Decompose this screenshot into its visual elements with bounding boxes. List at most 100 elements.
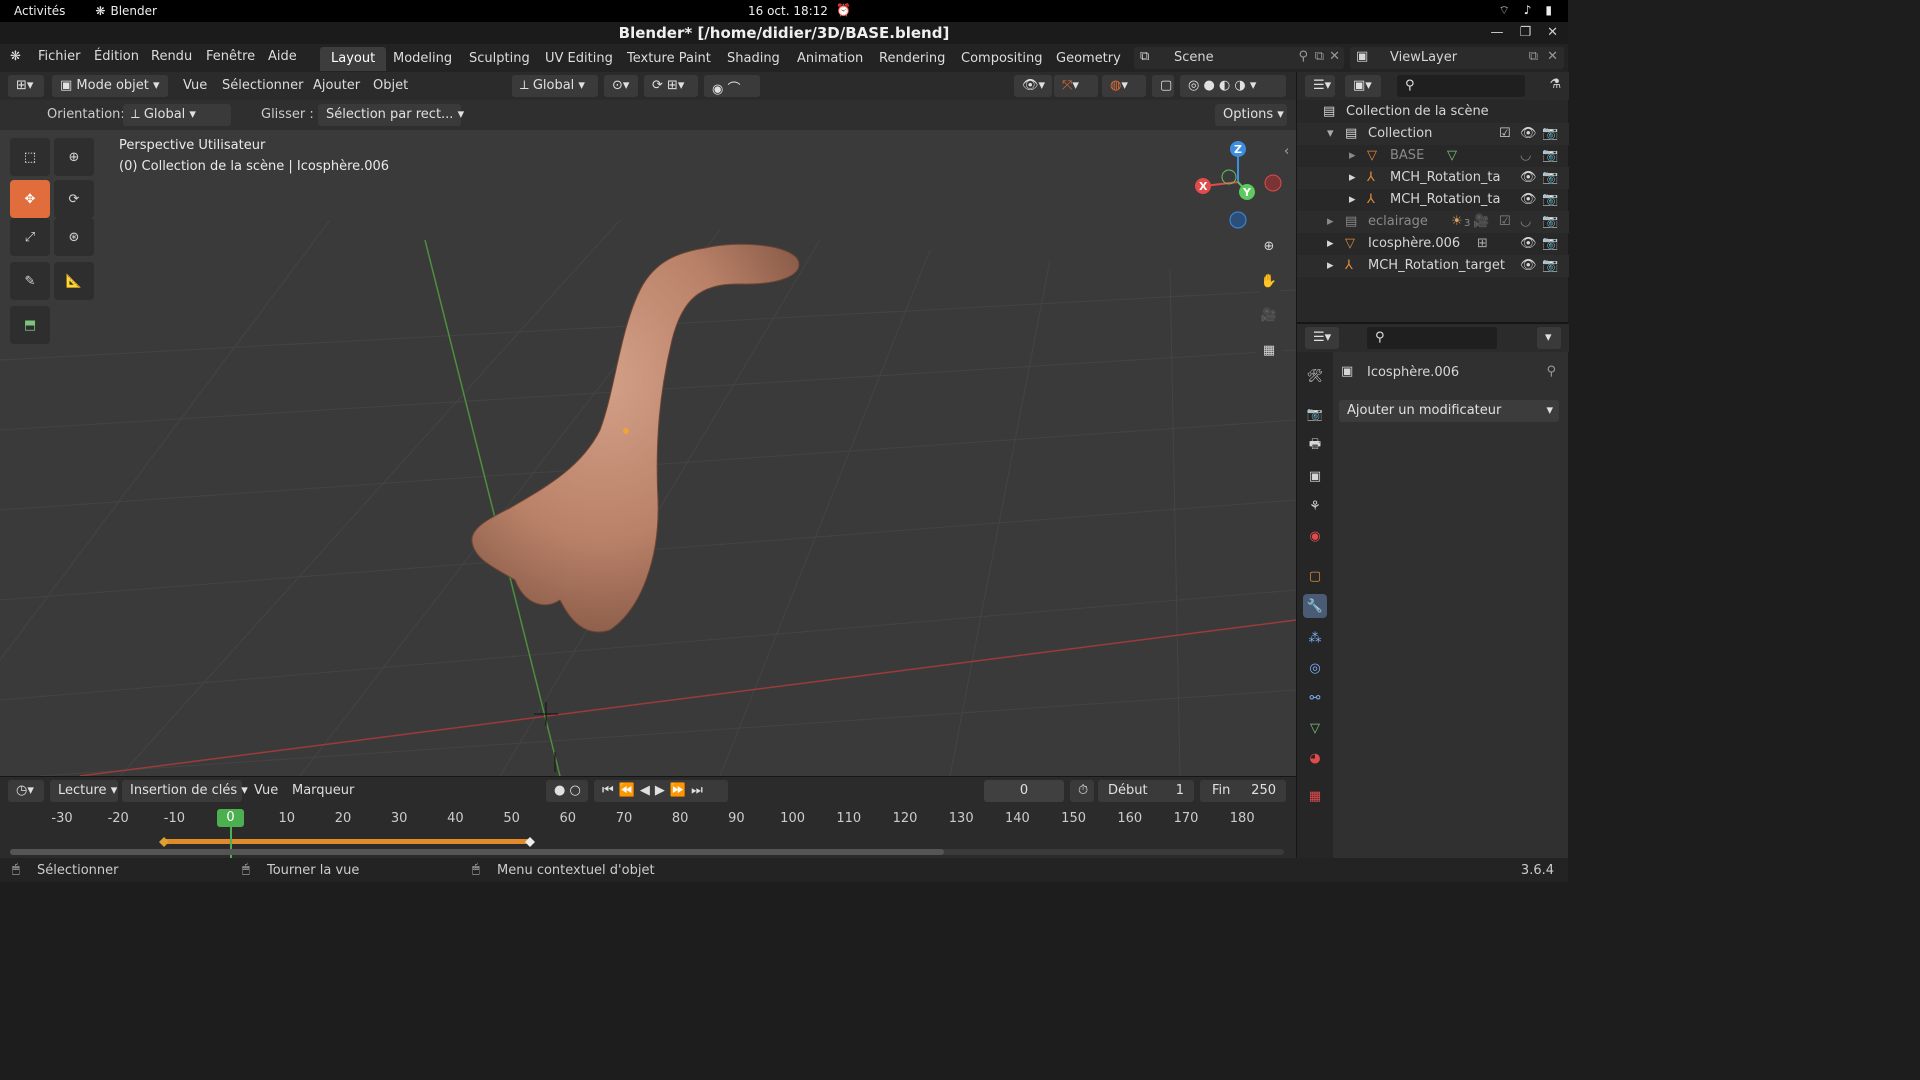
close-icon[interactable]: ✕ <box>1547 25 1558 40</box>
tab-tool[interactable]: 🛠 <box>1303 364 1327 388</box>
blender-menu-icon[interactable]: ❋ <box>10 49 21 64</box>
render-camera-icon[interactable]: 📷 <box>1542 258 1558 273</box>
scene-selector[interactable]: ⧉ Scene ⚲ ⧉ ✕ <box>1134 47 1344 69</box>
pin-icon[interactable]: ⚲ <box>1546 364 1556 379</box>
camera-view-button[interactable]: 🎥 <box>1255 301 1283 329</box>
tab-view-layer[interactable]: ▣ <box>1303 464 1327 488</box>
tab-material[interactable]: ◕ <box>1303 746 1327 770</box>
annotate-tool[interactable]: ✎ <box>10 262 50 300</box>
tab-render[interactable]: 📷 <box>1303 402 1327 426</box>
tab-world[interactable]: ◉ <box>1303 524 1327 548</box>
tab-geometry-nodes[interactable]: Geometry N <box>1045 47 1125 71</box>
menu-select[interactable]: Sélectionner <box>222 78 304 93</box>
activities-button[interactable]: Activités <box>14 4 65 18</box>
ortho-toggle-button[interactable]: ▦ <box>1255 336 1283 364</box>
volume-icon[interactable]: ♪ <box>1524 3 1532 18</box>
expand-icon[interactable]: ▸ <box>1327 258 1334 273</box>
menu-window[interactable]: Fenêtre <box>206 49 255 64</box>
menu-edit[interactable]: Édition <box>94 49 139 64</box>
tab-modifiers[interactable]: 🔧 <box>1303 594 1327 618</box>
new-scene-icon[interactable]: ⧉ <box>1315 49 1324 64</box>
navigation-gizmo[interactable]: Z X Y <box>1192 138 1282 238</box>
visibility-dropdown[interactable]: 👁▾ <box>1014 75 1052 97</box>
tab-physics[interactable]: ◎ <box>1303 656 1327 680</box>
battery-icon[interactable]: ▮ <box>1545 3 1552 18</box>
tab-uv-editing[interactable]: UV Editing <box>534 47 624 71</box>
sidebar-toggle-icon[interactable]: ‹ <box>1284 144 1289 159</box>
snap-toggle[interactable]: ⟳ ⊞▾ <box>644 75 698 97</box>
wifi-icon[interactable]: ⌔ <box>1498 3 1509 18</box>
eye-icon[interactable]: 👁 <box>1520 126 1537 141</box>
delete-view-layer-icon[interactable]: ✕ <box>1547 49 1558 64</box>
eye-closed-icon[interactable]: ◡ <box>1520 214 1531 229</box>
timeline-track[interactable] <box>0 777 1296 859</box>
render-camera-icon[interactable]: 📷 <box>1542 192 1558 207</box>
rotate-tool[interactable]: ⟳ <box>54 180 94 218</box>
transform-tool[interactable]: ⊛ <box>54 218 94 256</box>
outliner-display-mode[interactable]: ▣▾ <box>1345 75 1381 97</box>
add-modifier-dropdown[interactable]: Ajouter un modificateur ▾ <box>1339 400 1559 422</box>
expand-icon[interactable]: ▸ <box>1327 214 1334 229</box>
tab-texture-paint[interactable]: Texture Paint <box>616 47 722 71</box>
outliner-row-icosphere[interactable]: ▸ ▽ Icosphère.006 ⊞ 👁 📷 <box>1297 233 1569 255</box>
properties-search-input[interactable]: ⚲ <box>1367 327 1497 349</box>
minimize-icon[interactable]: — <box>1490 25 1503 40</box>
expand-icon[interactable]: ▸ <box>1327 236 1334 251</box>
maximize-icon[interactable]: ❐ <box>1519 25 1531 40</box>
render-camera-icon[interactable]: 📷 <box>1542 126 1558 141</box>
mode-dropdown[interactable]: ▣ Mode objet ▾ <box>52 75 168 97</box>
gizmo-toggle[interactable]: ⤧▾ <box>1054 75 1098 97</box>
select-box-tool[interactable]: ⬚ <box>10 138 50 176</box>
shading-mode-buttons[interactable]: ◎ ● ◐ ◑ ▾ <box>1180 75 1286 97</box>
pan-button[interactable]: ✋ <box>1255 267 1283 295</box>
tab-output[interactable]: 🖶 <box>1303 434 1327 458</box>
playhead-frame-badge[interactable]: 0 <box>217 809 244 827</box>
tab-modeling[interactable]: Modeling <box>382 47 463 71</box>
menu-view[interactable]: Vue <box>183 78 207 93</box>
new-view-layer-icon[interactable]: ⧉ <box>1529 49 1538 64</box>
render-camera-icon[interactable]: 📷 <box>1542 236 1558 251</box>
expand-icon[interactable]: ▸ <box>1349 148 1356 163</box>
expand-icon[interactable]: ▾ <box>1327 126 1334 141</box>
outliner-row-collection[interactable]: ▾ ▤ Collection ☑ 👁 📷 <box>1297 123 1569 145</box>
exclude-checkbox[interactable]: ☑ <box>1499 126 1511 141</box>
outliner-scene-collection[interactable]: ▤ Collection de la scène <box>1297 101 1569 123</box>
tab-rendering[interactable]: Rendering <box>868 47 956 71</box>
tab-data[interactable]: ▽ <box>1303 716 1327 740</box>
outliner-row-mch-rotation-1[interactable]: ▸ ⅄ MCH_Rotation_ta 👁 📷 <box>1297 167 1569 189</box>
outliner-row-base[interactable]: ▸ ▽ BASE ▽ ◡ 📷 <box>1297 145 1569 167</box>
pin-icon[interactable]: ⚲ <box>1298 49 1308 64</box>
overlays-toggle[interactable]: ◍▾ <box>1102 75 1146 97</box>
menu-object[interactable]: Objet <box>373 78 408 93</box>
tab-particles[interactable]: ⁂ <box>1303 626 1327 650</box>
zoom-button[interactable]: ⊕ <box>1255 232 1283 260</box>
menu-add[interactable]: Ajouter <box>313 78 360 93</box>
eye-closed-icon[interactable]: ◡ <box>1520 148 1531 163</box>
render-camera-icon[interactable]: 📷 <box>1542 214 1558 229</box>
drag-mode-dropdown[interactable]: Sélection par rect... ▾ <box>318 104 464 126</box>
tab-animation[interactable]: Animation <box>786 47 874 71</box>
properties-options[interactable]: ▾ <box>1537 327 1561 349</box>
outliner-editor-type[interactable]: ☰▾ <box>1305 75 1335 97</box>
outliner-row-mch-rotation-target[interactable]: ▸ ⅄ MCH_Rotation_target 👁 📷 <box>1297 255 1569 277</box>
exclude-checkbox[interactable]: ☑ <box>1499 214 1511 229</box>
transform-orientation-dropdown[interactable]: ⟂ Global ▾ <box>512 75 598 97</box>
proportional-edit-toggle[interactable]: ◉ ⌒ <box>704 75 760 97</box>
render-camera-icon[interactable]: 📷 <box>1542 170 1558 185</box>
tab-layout[interactable]: Layout <box>320 47 387 71</box>
filter-icon[interactable]: ⚗ <box>1549 77 1561 92</box>
outliner-row-eclairage[interactable]: ▸ ▤ eclairage ☀ 3 🎥 ☑ ◡ 📷 <box>1297 211 1569 233</box>
menu-help[interactable]: Aide <box>268 49 297 64</box>
menu-render[interactable]: Rendu <box>151 49 192 64</box>
tab-object[interactable]: ▢ <box>1303 564 1327 588</box>
move-tool[interactable]: ✥ <box>10 180 50 218</box>
tab-scene[interactable]: ⚘ <box>1303 494 1327 518</box>
tab-compositing[interactable]: Compositing <box>950 47 1054 71</box>
tab-sculpting[interactable]: Sculpting <box>458 47 541 71</box>
delete-scene-icon[interactable]: ✕ <box>1329 49 1340 64</box>
outliner-search-input[interactable]: ⚲ <box>1397 75 1525 97</box>
render-camera-icon[interactable]: 📷 <box>1542 148 1558 163</box>
measure-tool[interactable]: 📐 <box>54 262 94 300</box>
outliner-row-mch-rotation-2[interactable]: ▸ ⅄ MCH_Rotation_ta 👁 📷 <box>1297 189 1569 211</box>
cursor-tool[interactable]: ⊕ <box>54 138 94 176</box>
